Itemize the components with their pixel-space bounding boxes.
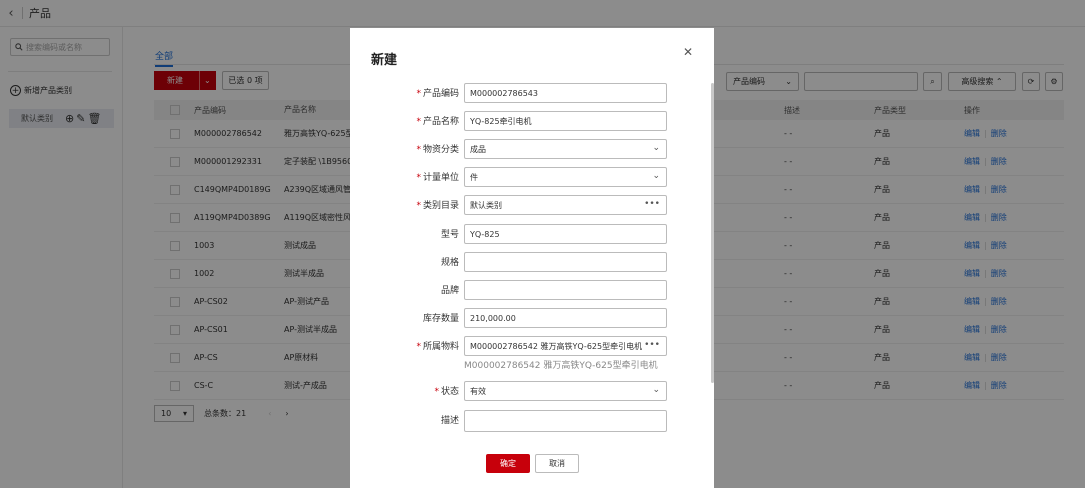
field-label-text: 规格 bbox=[440, 258, 459, 268]
cancel-button[interactable]: 取消 bbox=[535, 454, 579, 473]
required-mark: * bbox=[416, 173, 421, 183]
field-input[interactable] bbox=[464, 252, 667, 272]
field-label: * 状态 bbox=[434, 384, 459, 397]
field-label-text: 状态 bbox=[440, 387, 459, 397]
field-label: * 所属物料 bbox=[416, 339, 459, 352]
required-mark: * bbox=[416, 342, 421, 352]
chevron-down-icon[interactable]: ⌄ bbox=[652, 385, 660, 395]
form-row: * 计量单位件 ⌄ bbox=[350, 167, 714, 187]
form-row: * 产品编码 M000002786543 bbox=[350, 83, 714, 103]
field-input[interactable]: 210,000.00 bbox=[464, 308, 667, 328]
field-label: * 物资分类 bbox=[416, 142, 459, 155]
required-mark: * bbox=[434, 387, 439, 397]
required-mark: * bbox=[416, 117, 421, 127]
form-row: * 类别目录 默认类别 ••• bbox=[350, 195, 714, 215]
field-input[interactable]: YQ-825 bbox=[464, 224, 667, 244]
form-row: 品牌 bbox=[350, 280, 714, 300]
field-value: M000002786543 bbox=[470, 88, 538, 98]
field-value: 默认类别 bbox=[470, 200, 502, 210]
form-row: 型号 YQ-825 bbox=[350, 224, 714, 244]
field-input[interactable]: YQ-825牵引电机 bbox=[464, 111, 667, 131]
field-label-text: 物资分类 bbox=[422, 145, 459, 155]
scrollbar[interactable] bbox=[711, 83, 714, 383]
field-input[interactable] bbox=[464, 410, 667, 432]
chevron-down-icon[interactable]: ⌄ bbox=[652, 171, 660, 181]
chevron-down-icon[interactable]: ⌄ bbox=[652, 143, 660, 153]
field-label-text: 产品编码 bbox=[422, 89, 459, 99]
required-mark: * bbox=[416, 145, 421, 155]
field-value: 210,000.00 bbox=[470, 313, 516, 323]
field-value: 件 bbox=[470, 172, 478, 182]
field-input[interactable]: 成品 ⌄ bbox=[464, 139, 667, 159]
field-value: YQ-825牵引电机 bbox=[470, 116, 532, 126]
more-icon[interactable]: ••• bbox=[644, 340, 660, 350]
field-input[interactable]: 默认类别 ••• bbox=[464, 195, 667, 215]
required-mark: * bbox=[416, 89, 421, 99]
field-value: 成品 bbox=[470, 144, 486, 154]
field-label: 品牌 bbox=[441, 283, 459, 296]
field-label-text: 库存数量 bbox=[422, 314, 459, 324]
form-row: * 物资分类 成品 ⌄ bbox=[350, 139, 714, 159]
field-label: 型号 bbox=[441, 227, 459, 240]
material-hint: M000002786542 雅万高铁YQ-625型牵引电机 bbox=[464, 361, 658, 371]
field-label-text: 类别目录 bbox=[422, 201, 459, 211]
form-row: * 产品名称 YQ-825牵引电机 bbox=[350, 111, 714, 131]
confirm-button[interactable]: 确定 bbox=[486, 454, 530, 473]
field-label-text: 所属物料 bbox=[422, 342, 459, 352]
field-label-text: 描述 bbox=[440, 416, 459, 426]
field-input[interactable] bbox=[464, 280, 667, 300]
form-row: * 所属物料 M000002786542 雅万高铁YQ-625型牵引电机 ••• bbox=[350, 336, 714, 356]
form-row: 库存数量 210,000.00 bbox=[350, 308, 714, 328]
field-label: 库存数量 bbox=[423, 311, 459, 324]
field-label: * 类别目录 bbox=[416, 198, 459, 211]
required-mark: * bbox=[416, 201, 421, 211]
dialog-title: 新建 bbox=[371, 53, 398, 68]
field-value: YQ-825 bbox=[470, 229, 500, 239]
close-icon[interactable]: ✕ bbox=[683, 45, 693, 59]
field-label-text: 型号 bbox=[440, 230, 459, 240]
field-label: * 产品编码 bbox=[416, 86, 459, 99]
field-input[interactable]: 件 ⌄ bbox=[464, 167, 667, 187]
field-label: 描述 bbox=[441, 413, 459, 426]
field-input[interactable]: 有效 ⌄ bbox=[464, 381, 667, 401]
field-label: * 计量单位 bbox=[416, 170, 459, 183]
field-label-text: 品牌 bbox=[440, 286, 459, 296]
field-label-text: 产品名称 bbox=[422, 117, 459, 127]
field-value: M000002786542 雅万高铁YQ-625型牵引电机 bbox=[470, 341, 643, 351]
field-label-text: 计量单位 bbox=[422, 173, 459, 183]
field-input[interactable]: M000002786543 bbox=[464, 83, 667, 103]
form-row: * 状态 有效 ⌄ bbox=[350, 381, 714, 401]
more-icon[interactable]: ••• bbox=[644, 199, 660, 209]
form-row: 描述 bbox=[350, 410, 714, 432]
form-row: 规格 bbox=[350, 252, 714, 272]
new-product-dialog: 新建 ✕ * 产品编码 M000002786543 * 产品名称 YQ-825牵引电机 * 物… bbox=[350, 28, 714, 488]
field-label: 规格 bbox=[441, 255, 459, 268]
field-label: * 产品名称 bbox=[416, 114, 459, 127]
field-input[interactable]: M000002786542 雅万高铁YQ-625型牵引电机 ••• bbox=[464, 336, 667, 356]
field-value: 有效 bbox=[470, 386, 486, 396]
